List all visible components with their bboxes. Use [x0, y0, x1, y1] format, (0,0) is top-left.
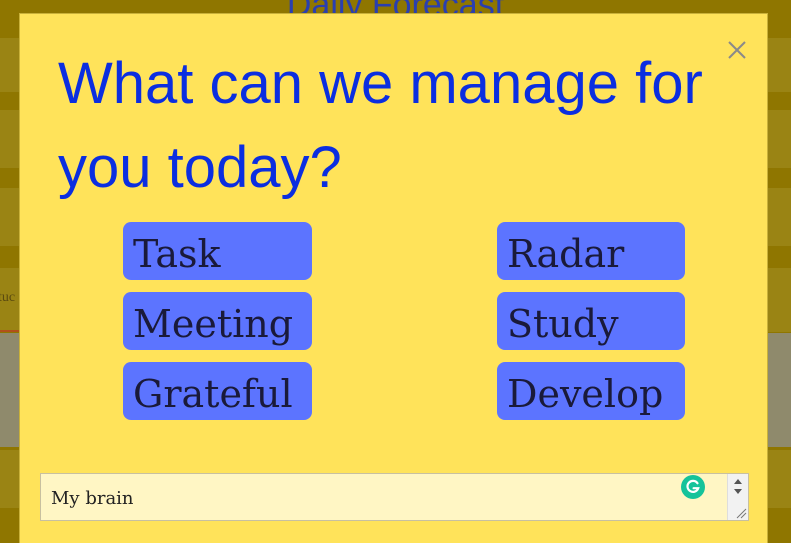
close-icon [728, 41, 746, 59]
study-button[interactable]: Study [497, 292, 685, 350]
scroll-down-arrow-icon [734, 489, 742, 494]
background-divider [0, 330, 20, 332]
brain-input[interactable] [41, 474, 727, 520]
page: Daily Forecast tuc What can we manage fo… [0, 0, 791, 543]
background-side-text: tuc [0, 290, 16, 305]
scroll-up-arrow-icon [734, 479, 742, 484]
close-button[interactable] [725, 38, 749, 62]
brain-input-wrapper [40, 473, 749, 521]
grateful-button[interactable]: Grateful [123, 362, 312, 420]
modal-heading: What can we manage for you today? [58, 51, 703, 200]
radar-button[interactable]: Radar [497, 222, 685, 280]
task-button[interactable]: Task [123, 222, 312, 280]
manage-modal: What can we manage for you today? Task R… [19, 13, 768, 543]
resize-grip-icon [736, 508, 747, 519]
grammarly-icon[interactable] [681, 475, 705, 499]
textarea-scrollbar[interactable] [727, 474, 748, 520]
develop-button[interactable]: Develop [497, 362, 685, 420]
meeting-button[interactable]: Meeting [123, 292, 312, 350]
